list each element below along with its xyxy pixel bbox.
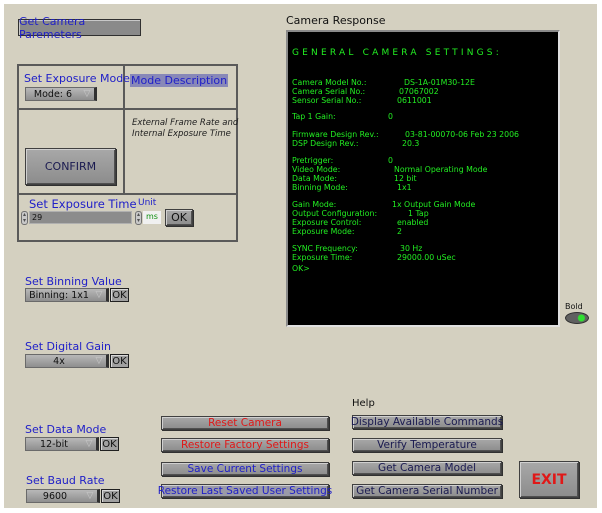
- terminal-row-value: DS-1A-01M30-12E: [404, 78, 475, 87]
- grid-horizontal-divider: [17, 108, 238, 110]
- digital-gain-value: 4x: [53, 355, 65, 367]
- get-camera-model-button[interactable]: Get Camera Model: [352, 461, 502, 475]
- terminal-row-key: Output Configuration:: [292, 209, 378, 218]
- display-available-commands-button[interactable]: Display Available Commands: [351, 415, 503, 429]
- baud-rate-value: 9600: [42, 490, 68, 502]
- chevron-down-icon: ▽: [83, 89, 91, 99]
- terminal-row-value: 0: [388, 156, 393, 165]
- unit-spinner[interactable]: ▴ ▾: [135, 211, 142, 225]
- terminal-row-value: 1 Tap: [408, 209, 429, 218]
- data-mode-value: 12-bit: [40, 438, 68, 450]
- terminal-row-value: 07067002: [399, 87, 439, 96]
- baud-rate-label: Set Baud Rate: [26, 474, 105, 487]
- chevron-down-icon: ▽: [95, 290, 103, 300]
- restore-last-saved-settings-button[interactable]: Restore Last Saved User Settings: [158, 484, 332, 498]
- data-mode-ok-button[interactable]: OK: [100, 437, 119, 451]
- terminal-row-key: DSP Design Rev.:: [292, 139, 359, 148]
- bold-toggle[interactable]: [565, 312, 589, 324]
- exposure-time-spinner[interactable]: ▴ ▾: [21, 211, 28, 225]
- verify-temperature-button[interactable]: Verify Temperature: [352, 438, 502, 452]
- unit-label: Unit: [138, 198, 157, 208]
- get-camera-parameters-button[interactable]: Get Camera Paremeters: [18, 15, 141, 41]
- terminal-row-value: enabled: [397, 218, 429, 227]
- chevron-down-icon: ▽: [95, 356, 103, 366]
- exposure-mode-label: Set Exposure Mode: [24, 72, 130, 85]
- terminal-row-value: 0611001: [397, 96, 432, 105]
- terminal-row-key: Sensor Serial No.:: [292, 96, 362, 105]
- digital-gain-ok-button[interactable]: OK: [110, 354, 129, 368]
- terminal-row-key: Gain Mode:: [292, 200, 337, 209]
- exposure-time-input[interactable]: 29: [29, 211, 132, 224]
- camera-response-title: Camera Response: [286, 14, 386, 27]
- exit-button[interactable]: EXIT: [519, 461, 579, 498]
- exposure-mode-value: Mode: 6: [33, 88, 73, 100]
- bold-toggle-label: Bold: [565, 302, 583, 311]
- terminal-row-key: Video Mode:: [292, 165, 341, 174]
- get-camera-serial-number-button[interactable]: Get Camera Serial Number: [352, 484, 502, 498]
- terminal-row-key: SYNC Frequency:: [292, 244, 358, 253]
- terminal-row-key: Exposure Control:: [292, 218, 362, 227]
- terminal-row-value: 12 bit: [394, 174, 417, 183]
- grid-horizontal-divider: [17, 193, 238, 195]
- terminal-row-value: 1x Output Gain Mode: [392, 200, 476, 209]
- mode-description-header: Mode Description: [130, 74, 229, 87]
- terminal-row-value: 1x1: [397, 183, 412, 192]
- terminal-row-key: Exposure Mode:: [292, 227, 355, 236]
- mode-description-line2: Internal Exposure Time: [132, 129, 231, 139]
- terminal-row-key: Pretrigger:: [292, 156, 334, 165]
- confirm-button[interactable]: CONFIRM: [25, 148, 116, 185]
- restore-factory-settings-button[interactable]: Restore Factory Settings: [161, 438, 329, 452]
- binning-value: Binning: 1x1: [29, 289, 89, 301]
- terminal-row-key: Camera Serial No.:: [292, 87, 366, 96]
- terminal-row-value: 0: [388, 112, 393, 121]
- exposure-time-ok-button[interactable]: OK: [165, 209, 193, 226]
- exposure-mode-select[interactable]: Mode: 6 ▽: [25, 87, 97, 101]
- baud-rate-select[interactable]: 9600 ▽: [26, 489, 100, 503]
- terminal-row-key: Tap 1 Gain:: [292, 112, 336, 121]
- reset-camera-button[interactable]: Reset Camera: [161, 416, 329, 430]
- chevron-down-icon: ▽: [85, 439, 93, 449]
- mode-description-line1: External Frame Rate and: [132, 118, 239, 128]
- terminal-row-key: Binning Mode:: [292, 183, 348, 192]
- terminal-row-key: Camera Model No.:: [292, 78, 367, 87]
- terminal-row-value: 30 Hz: [400, 244, 423, 253]
- terminal-row-value: 20.3: [402, 139, 420, 148]
- digital-gain-select[interactable]: 4x ▽: [25, 354, 109, 368]
- terminal-heading: GENERAL CAMERA SETTINGS:: [292, 48, 502, 58]
- terminal-row-key: Firmware Design Rev.:: [292, 130, 379, 139]
- terminal-row-key: Exposure Time:: [292, 253, 353, 262]
- binning-select[interactable]: Binning: 1x1 ▽: [25, 288, 109, 302]
- help-label: Help: [352, 398, 375, 409]
- data-mode-select[interactable]: 12-bit ▽: [25, 437, 99, 451]
- save-current-settings-button[interactable]: Save Current Settings: [161, 462, 329, 476]
- camera-response-terminal[interactable]: GENERAL CAMERA SETTINGS: Camera Model No…: [286, 30, 560, 327]
- terminal-row-value: 03-81-00070-06 Feb 23 2006: [405, 130, 520, 139]
- terminal-prompt: OK>: [292, 264, 310, 273]
- chevron-down-icon: ▽: [86, 491, 94, 501]
- terminal-row-value: 29000.00 uSec: [397, 253, 456, 262]
- digital-gain-label: Set Digital Gain: [25, 340, 112, 353]
- baud-rate-ok-button[interactable]: OK: [101, 489, 120, 503]
- unit-value: ms: [143, 211, 161, 224]
- main-panel: Get Camera Paremeters Set Exposure Mode …: [4, 4, 597, 508]
- binning-label: Set Binning Value: [25, 275, 122, 288]
- terminal-row-value: Normal Operating Mode: [394, 165, 488, 174]
- terminal-row-value: 2: [397, 227, 402, 236]
- terminal-row-key: Data Mode:: [292, 174, 337, 183]
- binning-ok-button[interactable]: OK: [110, 288, 129, 302]
- exposure-time-label: Set Exposure Time: [29, 197, 137, 211]
- data-mode-label: Set Data Mode: [25, 423, 107, 436]
